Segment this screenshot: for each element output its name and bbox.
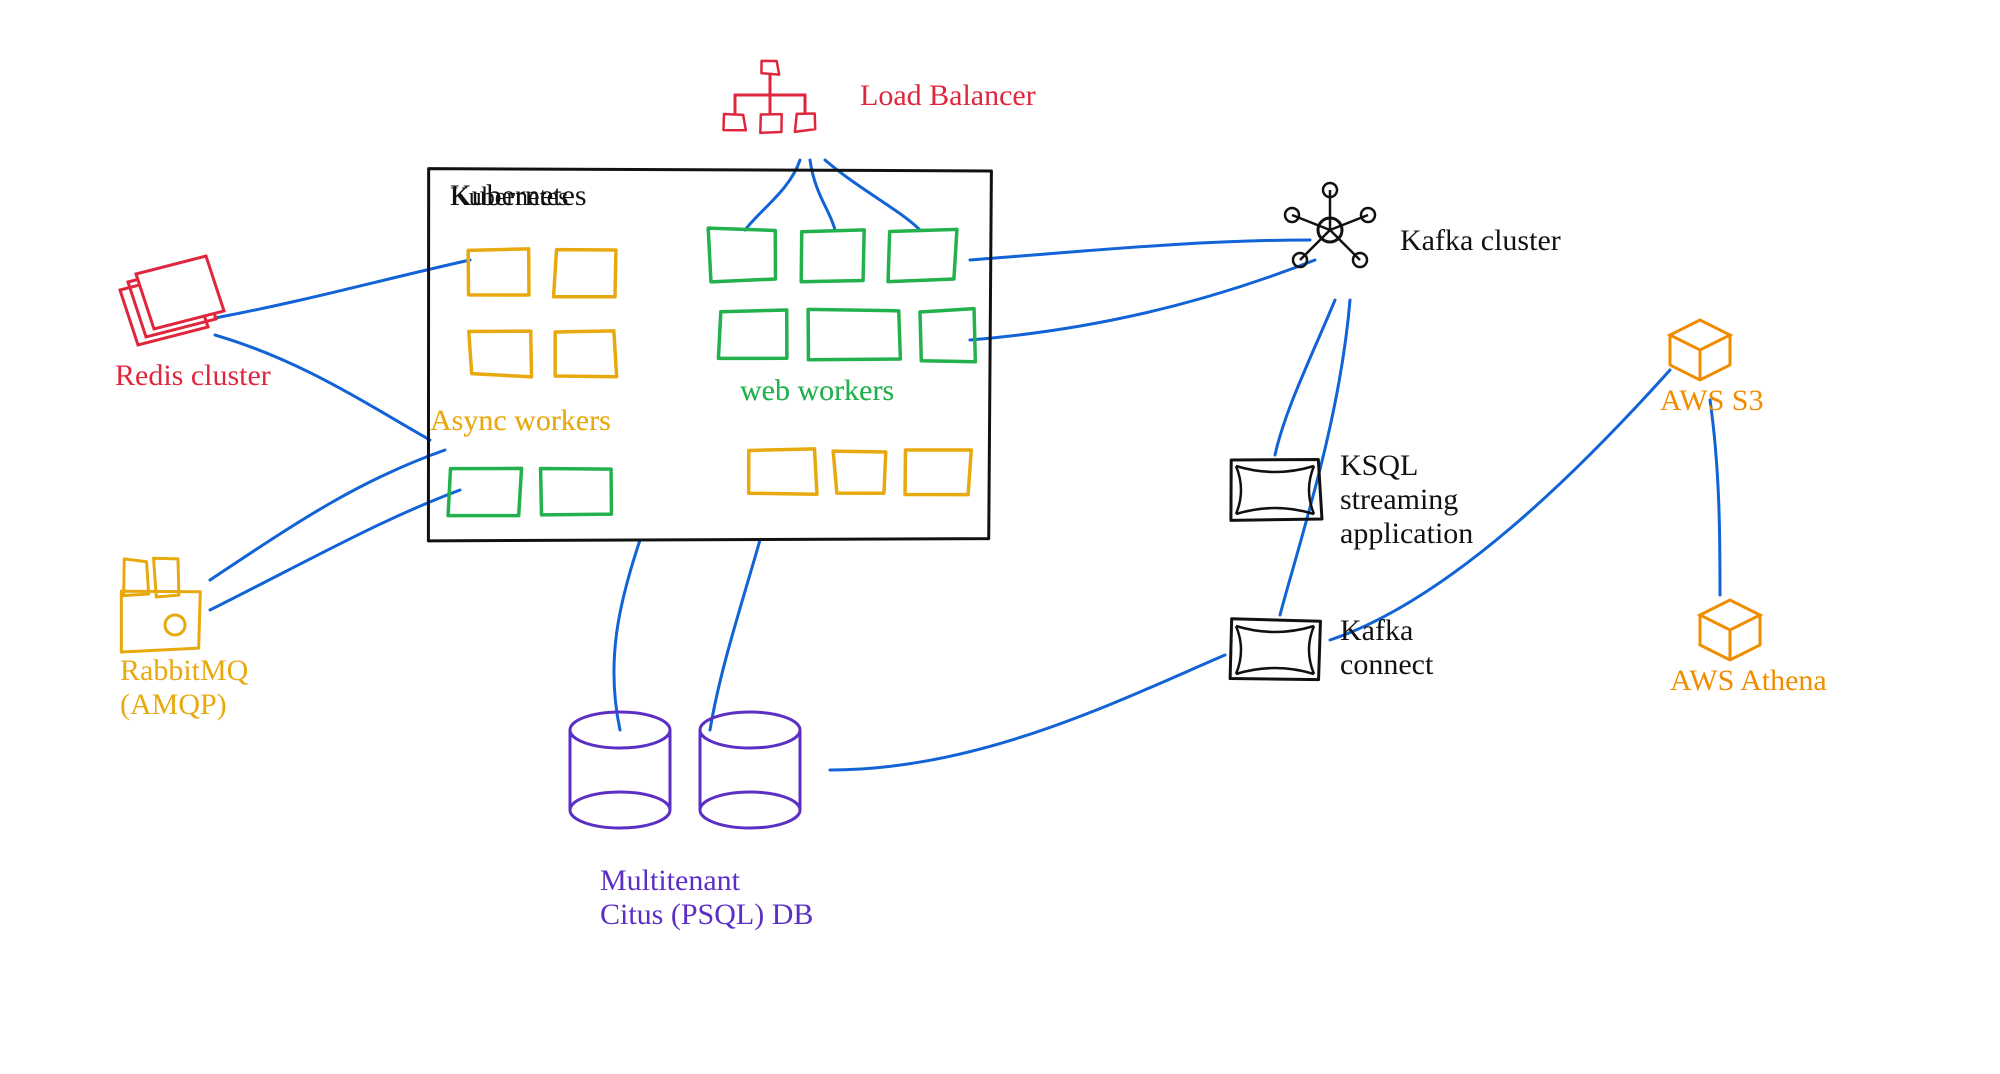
svg-text:AWS S3: AWS S3 [1660,384,1763,417]
edge [970,240,1310,260]
architecture-diagram: KubernetesLoad BalancerKubernetesweb wor… [0,0,2000,1074]
edge [970,260,1315,340]
edge [1275,300,1335,455]
svg-text:Load Balancer: Load Balancer [860,79,1036,112]
svg-text:RabbitMQ: RabbitMQ [120,654,249,687]
svg-text:KSQL: KSQL [1340,449,1418,482]
edge [830,655,1225,770]
edge [215,260,470,318]
edge [614,540,640,730]
edge [1710,400,1720,595]
svg-text:Multitenant: Multitenant [600,864,741,897]
svg-text:connect: connect [1340,648,1434,681]
svg-text:web workers: web workers [740,374,894,407]
svg-text:Redis cluster: Redis cluster [115,359,271,392]
svg-text:Async workers: Async workers [430,404,611,437]
edge [210,490,460,610]
svg-text:AWS Athena: AWS Athena [1670,664,1827,697]
svg-text:streaming: streaming [1340,483,1458,516]
svg-text:Kafka: Kafka [1340,614,1413,647]
svg-text:(AMQP): (AMQP) [120,688,227,721]
svg-text:Kafka cluster: Kafka cluster [1400,224,1561,257]
edge [210,450,445,580]
svg-text:Citus (PSQL) DB: Citus (PSQL) DB [600,898,813,931]
svg-text:Kubernetes: Kubernetes [450,179,587,212]
svg-text:application: application [1340,517,1473,550]
edge [710,540,760,730]
